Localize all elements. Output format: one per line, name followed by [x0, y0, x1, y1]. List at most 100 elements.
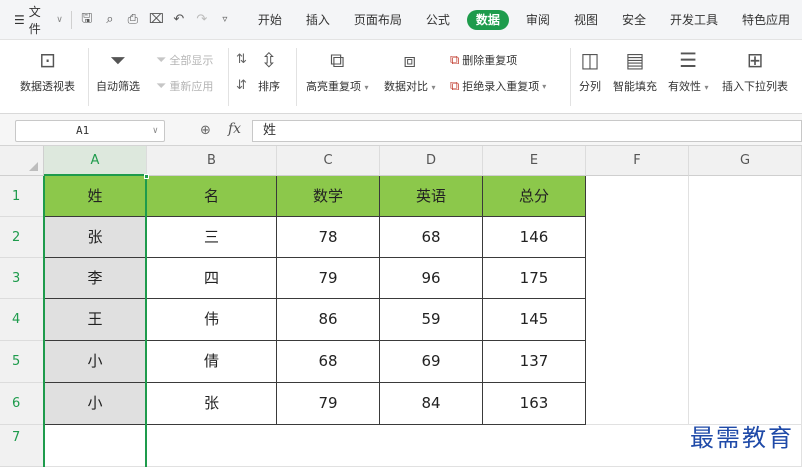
- reapply-button[interactable]: ⏷ 重新应用: [156, 78, 213, 94]
- split-column-button[interactable]: ◫ 分列: [579, 48, 601, 94]
- table-cell[interactable]: 张: [147, 383, 277, 425]
- table-cell[interactable]: 王: [44, 299, 147, 341]
- tab-developer[interactable]: 开发工具: [658, 10, 730, 30]
- table-cell[interactable]: 145: [483, 299, 586, 341]
- show-all-button[interactable]: ⏷ 全部显示: [156, 52, 213, 68]
- table-cell[interactable]: 68: [380, 217, 483, 258]
- table-cell[interactable]: 68: [277, 341, 380, 383]
- table-cell[interactable]: 小: [44, 341, 147, 383]
- quick-access-toolbar: 🖫 ⌕ ⎙ ⌧ ↶ ↷ ▿: [80, 9, 232, 31]
- zoom-formula-icon[interactable]: ⊕: [200, 123, 211, 138]
- validation-icon: ☰: [679, 48, 698, 72]
- table-cell[interactable]: 69: [380, 341, 483, 383]
- redo-icon[interactable]: ↷: [195, 12, 209, 27]
- insert-dropdown-list-button[interactable]: ⊞ 插入下拉列表: [722, 48, 788, 94]
- table-header-cell[interactable]: 英语: [380, 176, 483, 217]
- save-icon[interactable]: 🖫: [80, 9, 94, 31]
- table-cell[interactable]: 三: [147, 217, 277, 258]
- row-header-5[interactable]: 5: [0, 341, 44, 383]
- table-cell[interactable]: 小: [44, 383, 147, 425]
- empty-row-7[interactable]: [44, 425, 802, 467]
- table-cell[interactable]: 175: [483, 258, 586, 299]
- name-box[interactable]: A1 ∨: [15, 120, 165, 142]
- validation-label: 有效性: [668, 80, 701, 93]
- empty-cells-column-g[interactable]: [689, 176, 802, 425]
- tab-security[interactable]: 安全: [610, 10, 658, 30]
- customize-icon[interactable]: ▿: [218, 14, 232, 25]
- undo-icon[interactable]: ↶: [172, 12, 186, 27]
- table-header-cell[interactable]: 姓: [44, 176, 147, 217]
- column-header-f[interactable]: F: [586, 146, 689, 176]
- format-painter-icon[interactable]: ⌕: [103, 12, 117, 27]
- tab-special-apps[interactable]: 特色应用: [730, 10, 802, 30]
- table-cell[interactable]: 137: [483, 341, 586, 383]
- column-header-b[interactable]: B: [147, 146, 277, 176]
- row-header-4[interactable]: 4: [0, 299, 44, 341]
- tab-home[interactable]: 开始: [246, 10, 294, 30]
- tab-insert[interactable]: 插入: [294, 10, 342, 30]
- table-cell[interactable]: 79: [277, 383, 380, 425]
- reject-duplicates-button[interactable]: ⧉ 拒绝录入重复项 ▾: [450, 78, 546, 94]
- remove-duplicates-button[interactable]: ⧉ 删除重复项: [450, 52, 517, 68]
- smart-fill-label: 智能填充: [613, 80, 657, 93]
- column-header-e[interactable]: E: [483, 146, 586, 176]
- highlight-duplicates-button[interactable]: ⧉ 高亮重复项 ▾: [306, 48, 369, 94]
- ribbon: ⊡ 数据透视表 ⏷ 自动筛选 ⏷ 全部显示 ⏷ 重新应用 ⇅ ⇵ ⇳ 排序 ⧉ …: [0, 40, 802, 114]
- table-cell[interactable]: 78: [277, 217, 380, 258]
- fill-handle[interactable]: [144, 174, 149, 179]
- table-cell[interactable]: 84: [380, 383, 483, 425]
- tab-data[interactable]: 数据: [466, 9, 509, 30]
- validation-button[interactable]: ☰ 有效性 ▾: [668, 48, 709, 94]
- table-cell[interactable]: 伟: [147, 299, 277, 341]
- table-cell[interactable]: 86: [277, 299, 380, 341]
- chevron-down-icon[interactable]: ∨: [153, 121, 158, 141]
- table-header-cell[interactable]: 总分: [483, 176, 586, 217]
- formula-input[interactable]: 姓: [252, 120, 802, 142]
- tab-view[interactable]: 视图: [562, 10, 610, 30]
- empty-cells-column-f[interactable]: [586, 176, 689, 425]
- table-cell[interactable]: 59: [380, 299, 483, 341]
- table-cell[interactable]: 张: [44, 217, 147, 258]
- select-all-corner[interactable]: [0, 146, 44, 176]
- sort-button[interactable]: ⇳ 排序: [258, 48, 280, 94]
- row-header-2[interactable]: 2: [0, 217, 44, 258]
- row-header-7[interactable]: 7: [0, 425, 44, 467]
- column-header-a[interactable]: A: [44, 146, 147, 176]
- column-header-c[interactable]: C: [277, 146, 380, 176]
- print-preview-icon[interactable]: ⌧: [149, 12, 164, 27]
- table-cell[interactable]: 倩: [147, 341, 277, 383]
- row-header-1[interactable]: 1: [0, 176, 44, 217]
- smart-fill-button[interactable]: ▤ 智能填充: [613, 48, 657, 94]
- column-header-d[interactable]: D: [380, 146, 483, 176]
- sort-descending-button[interactable]: ⇵: [236, 78, 247, 93]
- data-compare-button[interactable]: ⧈ 数据对比 ▾: [384, 48, 436, 94]
- file-menu[interactable]: ☰ 文件 ∨: [14, 3, 63, 37]
- table-cell[interactable]: 四: [147, 258, 277, 299]
- table-cell[interactable]: 79: [277, 258, 380, 299]
- smart-fill-icon: ▤: [625, 48, 645, 72]
- data-compare-label: 数据对比: [384, 80, 428, 93]
- table-header-cell[interactable]: 数学: [277, 176, 380, 217]
- tab-review[interactable]: 审阅: [514, 10, 562, 30]
- filter-refresh-icon: ⏷: [156, 78, 167, 94]
- caret-down-icon: ▾: [542, 81, 547, 91]
- row-header-6[interactable]: 6: [0, 383, 44, 425]
- table-header-cell[interactable]: 名: [147, 176, 277, 217]
- table-cell[interactable]: 96: [380, 258, 483, 299]
- sort-ascending-button[interactable]: ⇅: [236, 52, 247, 67]
- highlight-duplicates-icon: ⧉: [330, 48, 345, 72]
- row-header-3[interactable]: 3: [0, 258, 44, 299]
- fx-icon[interactable]: fx: [228, 121, 241, 137]
- table-cell[interactable]: 李: [44, 258, 147, 299]
- caret-down-icon: ▾: [704, 83, 709, 92]
- table-cell[interactable]: 163: [483, 383, 586, 425]
- tab-formulas[interactable]: 公式: [414, 10, 462, 30]
- autofilter-button[interactable]: ⏷ 自动筛选: [96, 48, 140, 94]
- pivot-table-button[interactable]: ⊡ 数据透视表: [20, 48, 75, 94]
- ribbon-tabs: 开始 插入 页面布局 公式 数据 审阅 视图 安全 开发工具 特色应用: [246, 9, 802, 30]
- print-icon[interactable]: ⎙: [126, 12, 140, 27]
- funnel-icon: ⏷: [110, 48, 126, 72]
- column-header-g[interactable]: G: [689, 146, 802, 176]
- table-cell[interactable]: 146: [483, 217, 586, 258]
- tab-page-layout[interactable]: 页面布局: [342, 10, 414, 30]
